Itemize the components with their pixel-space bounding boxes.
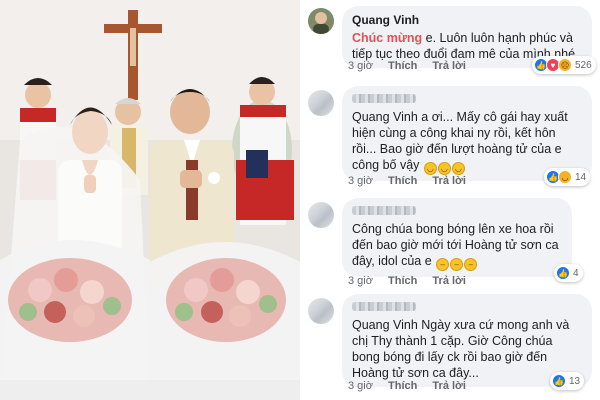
comment-author-blurred[interactable] xyxy=(352,206,416,215)
tears-of-joy-emoji-icon: ◡ xyxy=(451,162,465,175)
wedding-photo xyxy=(0,0,300,400)
comments-panel: Quang Vinh Chúc mừng e. Luôn luôn hạnh p… xyxy=(300,0,600,400)
reply-button[interactable]: Trả lời xyxy=(432,175,466,187)
comment-actions: 3 giờ Thích Trả lời xyxy=(348,60,478,72)
comment: Quang Vinh Ngày xưa cứ mong anh và chị T… xyxy=(300,292,600,400)
tears-of-joy-emoji-icon: ◡ xyxy=(437,162,451,175)
comment-text: Quang Vinh Ngày xưa cứ mong anh và chị T… xyxy=(352,318,570,380)
reaction-summary[interactable]: 👍 13 xyxy=(550,372,585,390)
comment: Công chúa bong bóng lên xe hoa rồi đến b… xyxy=(300,196,600,288)
user-avatar-icon xyxy=(308,8,334,34)
like-button[interactable]: Thích xyxy=(388,380,417,392)
avatar[interactable] xyxy=(308,202,334,228)
right-bouquet xyxy=(150,242,300,400)
comment-time: 3 giờ xyxy=(348,275,373,287)
comment: Quang Vinh Chúc mừng e. Luôn luôn hạnh p… xyxy=(300,4,600,74)
comment-time: 3 giờ xyxy=(348,380,373,392)
wedding-photo-illustration xyxy=(0,0,300,400)
comment-bubble: Quang Vinh a ơi... Mấy cô gái hay xuất h… xyxy=(342,86,592,181)
reaction-count: 4 xyxy=(573,267,579,279)
like-button[interactable]: Thích xyxy=(388,60,417,72)
reaction-count: 13 xyxy=(569,375,581,387)
comment-time: 3 giờ xyxy=(348,175,373,187)
comment-author[interactable]: Quang Vinh xyxy=(352,12,582,28)
like-icon: 👍 xyxy=(552,374,566,388)
neutral-face-emoji-icon: – xyxy=(464,258,478,271)
neutral-face-emoji-icon: – xyxy=(450,258,464,271)
neutral-face-emoji-icon: – xyxy=(436,258,450,271)
reply-button[interactable]: Trả lời xyxy=(432,275,466,287)
reply-button[interactable]: Trả lời xyxy=(432,380,466,392)
avatar[interactable] xyxy=(308,90,334,116)
comment-highlight: Chúc mừng xyxy=(352,31,423,45)
like-button[interactable]: Thích xyxy=(388,275,417,287)
reaction-summary[interactable]: 👍 4 xyxy=(554,264,583,282)
avatar[interactable] xyxy=(308,298,334,324)
comment-author-blurred[interactable] xyxy=(352,302,416,311)
comment-actions: 3 giờ Thích Trả lời xyxy=(348,275,478,287)
avatar[interactable] xyxy=(308,8,334,34)
left-bouquet xyxy=(0,240,150,400)
like-button[interactable]: Thích xyxy=(388,175,417,187)
comment-actions: 3 giờ Thích Trả lời xyxy=(348,380,478,392)
sad-icon: ☹ xyxy=(558,58,572,72)
comment-bubble: Công chúa bong bóng lên xe hoa rồi đến b… xyxy=(342,198,572,277)
comment: Quang Vinh a ơi... Mấy cô gái hay xuất h… xyxy=(300,86,600,194)
tears-of-joy-emoji-icon: ◡ xyxy=(423,162,437,175)
comment-actions: 3 giờ Thích Trả lời xyxy=(348,175,478,187)
reaction-count: 526 xyxy=(575,59,592,71)
reply-button[interactable]: Trả lời xyxy=(432,60,466,72)
like-icon: 👍 xyxy=(556,266,570,280)
comment-author-blurred[interactable] xyxy=(352,94,416,103)
reaction-count: 14 xyxy=(575,171,587,183)
comment-time: 3 giờ xyxy=(348,60,373,72)
reaction-summary[interactable]: 👍 ◡ 14 xyxy=(544,168,591,186)
reaction-summary[interactable]: 👍 ♥ ☹ 526 xyxy=(532,56,596,74)
haha-icon: ◡ xyxy=(558,170,572,184)
